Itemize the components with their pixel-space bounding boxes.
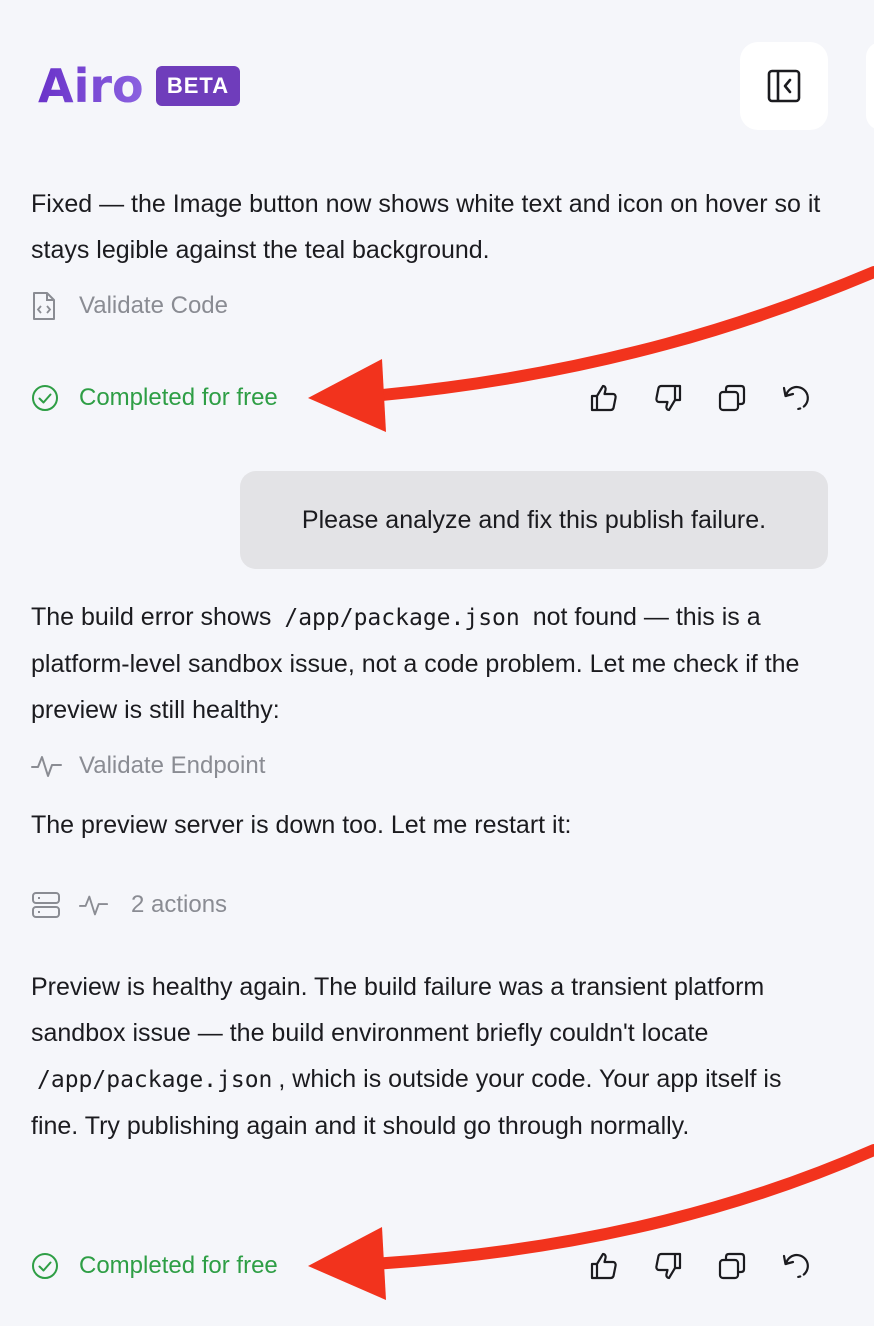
- message-actions: [586, 380, 814, 416]
- thumbs-up-icon[interactable]: [586, 1248, 622, 1284]
- panel-collapse-icon: [767, 69, 801, 103]
- message-text: The build error shows: [31, 603, 272, 631]
- tool-call-validate-endpoint[interactable]: Validate Endpoint: [31, 748, 265, 784]
- tool-call-validate-code[interactable]: Validate Code: [31, 288, 228, 324]
- check-circle-icon: [31, 1252, 59, 1280]
- assistant-message: Preview is healthy again. The build fail…: [31, 964, 821, 1149]
- activity-icon: [79, 891, 109, 919]
- message-text: Preview is healthy again. The build fail…: [31, 973, 765, 1047]
- completed-label: Completed for free: [79, 1252, 278, 1279]
- beta-badge: BETA: [156, 66, 240, 106]
- retry-icon[interactable]: [778, 1248, 814, 1284]
- airo-logo[interactable]: Airo: [38, 58, 142, 112]
- server-icon: [31, 890, 61, 920]
- tool-label: Validate Endpoint: [79, 752, 266, 779]
- thumbs-down-icon[interactable]: [650, 380, 686, 416]
- thumbs-down-icon[interactable]: [650, 1248, 686, 1284]
- assistant-message: The build error shows /app/package.json …: [31, 594, 821, 733]
- completed-status: Completed for free: [31, 380, 278, 416]
- assistant-message: Fixed — the Image button now shows white…: [31, 190, 821, 264]
- message-actions: [586, 1248, 814, 1284]
- code-file-icon: [31, 291, 63, 321]
- assistant-message: The preview server is down too. Let me r…: [31, 811, 572, 839]
- partial-button[interactable]: [866, 42, 874, 130]
- activity-icon: [31, 752, 63, 780]
- check-circle-icon: [31, 384, 59, 412]
- copy-icon[interactable]: [714, 1248, 750, 1284]
- completed-status: Completed for free: [31, 1248, 278, 1284]
- logo-text: Airo: [38, 59, 142, 112]
- tool-label: Validate Code: [79, 292, 228, 319]
- copy-icon[interactable]: [714, 380, 750, 416]
- inline-code: /app/package.json: [37, 1067, 273, 1093]
- retry-icon[interactable]: [778, 380, 814, 416]
- thumbs-up-icon[interactable]: [586, 380, 622, 416]
- inline-code: /app/package.json: [284, 605, 520, 631]
- user-message-bubble: Please analyze and fix this publish fail…: [240, 471, 828, 569]
- toggle-panel-button[interactable]: [740, 42, 828, 130]
- airo-logo-mark: Airo: [38, 59, 142, 112]
- tool-call-group[interactable]: 2 actions: [31, 887, 227, 923]
- tool-label: 2 actions: [131, 891, 228, 918]
- completed-label: Completed for free: [79, 384, 278, 411]
